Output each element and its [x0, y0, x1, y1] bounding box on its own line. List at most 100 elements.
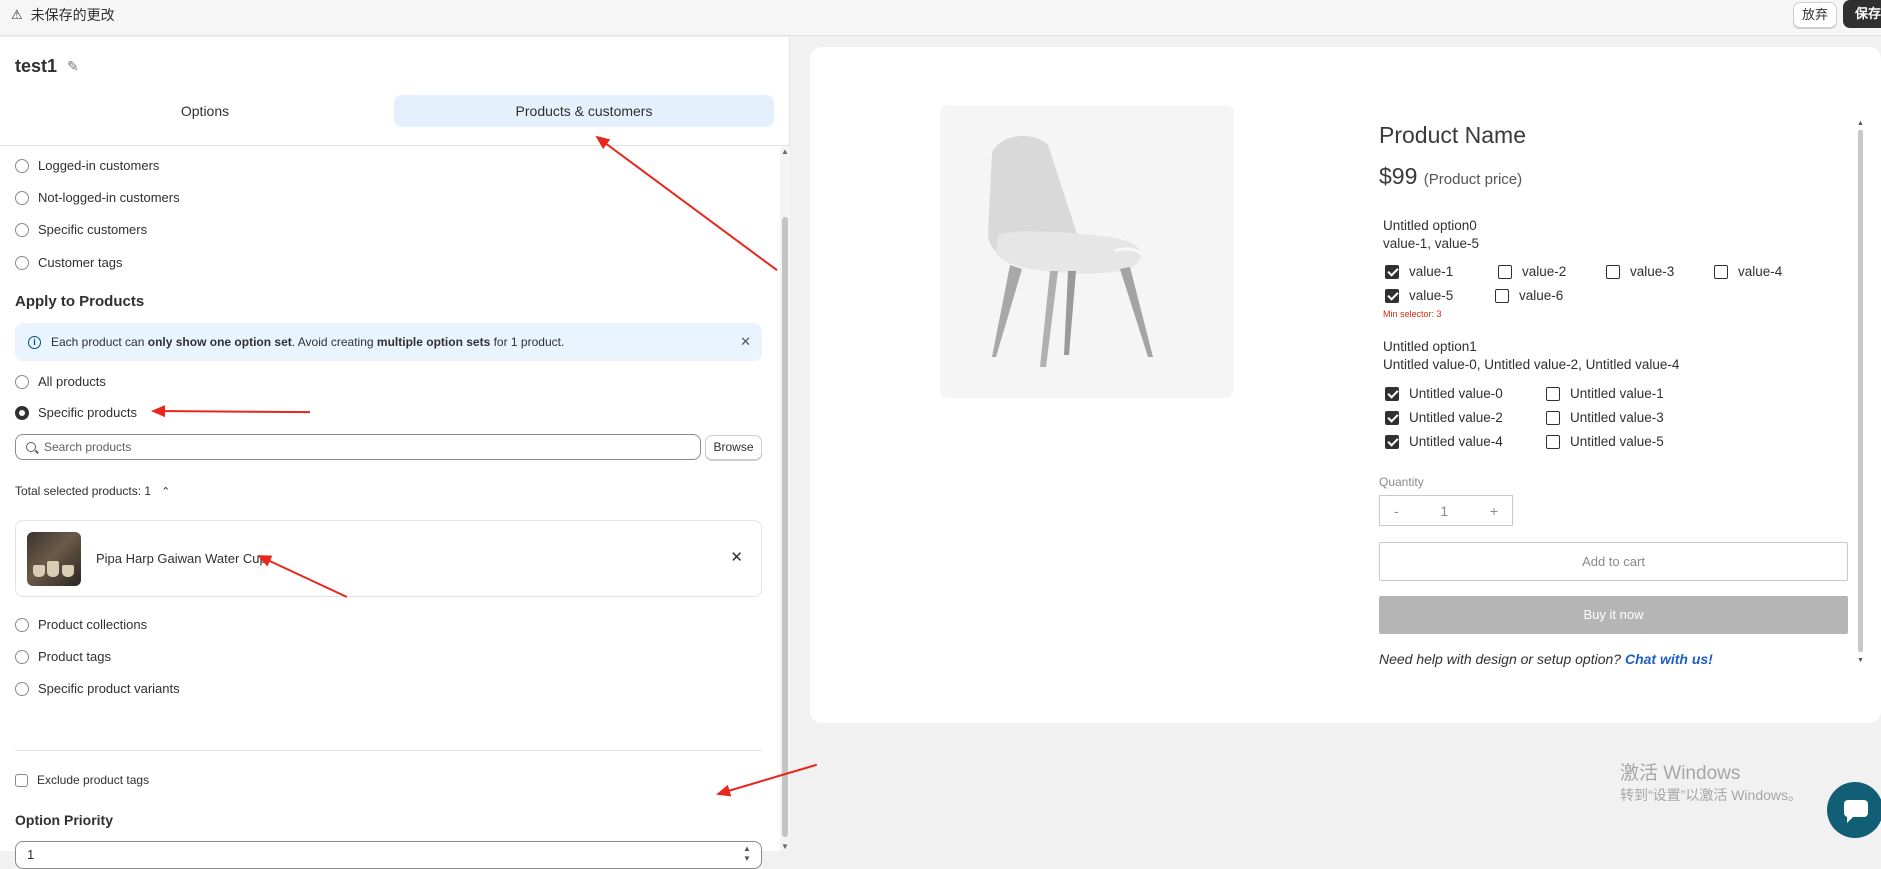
product-image	[940, 105, 1234, 398]
chat-with-us-link[interactable]: Chat with us!	[1625, 651, 1713, 667]
option1-value-5[interactable]: Untitled value-5	[1546, 434, 1664, 449]
scrollbar-thumb[interactable]	[1858, 130, 1863, 652]
edit-pencil-icon[interactable]: ✎	[67, 58, 79, 75]
radio-label: Specific customers	[38, 222, 148, 237]
checkbox-checked[interactable]	[1385, 264, 1399, 279]
save-button[interactable]: 保存	[1843, 0, 1881, 28]
priority-value: 1	[27, 847, 35, 862]
option-priority-heading: Option Priority	[15, 812, 113, 828]
quantity-label: Quantity	[1379, 475, 1424, 489]
radio-circle[interactable]	[15, 617, 29, 632]
min-selector-error: Min selector: 3	[1383, 309, 1442, 319]
option0-value-6[interactable]: value-6	[1495, 288, 1563, 303]
radio-customer-tags[interactable]: Customer tags	[15, 255, 123, 270]
search-products-input[interactable]: Search products	[15, 434, 701, 460]
checkbox-checked[interactable]	[1385, 434, 1399, 449]
number-stepper-icon[interactable]: ▲ ▼	[739, 844, 755, 866]
search-icon	[26, 442, 36, 452]
radio-specific-customers[interactable]: Specific customers	[15, 222, 147, 237]
exclude-product-tags-checkbox[interactable]: Exclude product tags	[15, 773, 149, 787]
option0-value-4[interactable]: value-4	[1714, 264, 1782, 279]
radio-circle[interactable]	[15, 255, 29, 270]
tab-options[interactable]: Options	[15, 95, 395, 127]
scroll-up-icon[interactable]: ▲	[781, 147, 789, 156]
checkbox-unchecked[interactable]	[1546, 386, 1560, 401]
option-priority-input[interactable]: 1 ▲ ▼	[15, 841, 762, 869]
radio-circle[interactable]	[15, 222, 29, 237]
discard-button[interactable]: 放弃	[1793, 2, 1837, 28]
total-selected-toggle[interactable]: Total selected products: 1 ⌃	[15, 484, 170, 498]
option0-title: Untitled option0 value-1, value-5	[1383, 218, 1480, 251]
windows-activation-watermark: 激活 Windows	[1620, 763, 1741, 784]
quantity-plus-button[interactable]: +	[1490, 503, 1498, 519]
checkbox-checked[interactable]	[1385, 288, 1399, 303]
editor-scrollbar[interactable]: ▲ ▼	[780, 147, 790, 851]
preview-scrollbar[interactable]: ▲ ▼	[1857, 120, 1865, 664]
option1-value-1[interactable]: Untitled value-1	[1546, 386, 1664, 401]
radio-circle[interactable]	[15, 190, 29, 205]
radio-logged-in-customers[interactable]: Logged-in customers	[15, 158, 159, 173]
quantity-stepper[interactable]: - 1 +	[1379, 495, 1513, 526]
option0-value-5[interactable]: value-5	[1385, 288, 1453, 303]
checkbox-checked[interactable]	[1385, 386, 1399, 401]
buy-it-now-button[interactable]: Buy it now	[1379, 596, 1848, 634]
radio-label: Specific products	[38, 405, 137, 420]
quantity-value[interactable]: 1	[1440, 503, 1448, 519]
radio-circle[interactable]	[15, 681, 29, 696]
scroll-up-icon[interactable]: ▲	[1857, 120, 1864, 127]
chair-image	[988, 135, 1153, 367]
checkbox-label: Exclude product tags	[37, 773, 150, 787]
radio-product-collections[interactable]: Product collections	[15, 617, 147, 632]
option1-value-2[interactable]: Untitled value-2	[1385, 410, 1503, 425]
option0-value-3[interactable]: value-3	[1606, 264, 1674, 279]
radio-circle[interactable]	[15, 374, 29, 389]
info-icon: i	[28, 335, 41, 349]
option1-value-0[interactable]: Untitled value-0	[1385, 386, 1503, 401]
checkbox-unchecked[interactable]	[1546, 434, 1560, 449]
product-thumbnail	[27, 532, 81, 586]
radio-not-logged-in-customers[interactable]: Not-logged-in customers	[15, 190, 180, 205]
search-placeholder: Search products	[44, 440, 132, 454]
tab-products-customers[interactable]: Products & customers	[394, 95, 774, 127]
product-preview-panel: Product Name $99 (Product price) Untitle…	[810, 47, 1881, 723]
radio-specific-product-variants[interactable]: Specific product variants	[15, 681, 180, 696]
banner-text: Each product can only show one option se…	[51, 335, 565, 349]
scrollbar-thumb[interactable]	[782, 217, 788, 837]
checkbox-unchecked[interactable]	[1498, 264, 1512, 279]
checkbox-checked[interactable]	[1385, 410, 1399, 425]
checkbox-unchecked[interactable]	[1495, 288, 1509, 303]
option1-title: Untitled option1 Untitled value-0, Untit…	[1383, 339, 1680, 372]
scroll-down-icon[interactable]: ▼	[1857, 657, 1864, 664]
unsaved-warning: ⚠ 未保存的更改	[11, 5, 115, 25]
checkbox-unchecked[interactable]	[1714, 264, 1728, 279]
scroll-down-icon[interactable]: ▼	[781, 842, 789, 851]
radio-circle[interactable]	[15, 649, 29, 664]
radio-specific-products[interactable]: Specific products	[15, 405, 137, 420]
windows-activation-hint: 转到“设置”以激活 Windows。	[1620, 787, 1803, 803]
chevron-up-icon[interactable]: ⌃	[161, 485, 170, 498]
checkbox-box[interactable]	[15, 773, 28, 787]
radio-all-products[interactable]: All products	[15, 374, 106, 389]
browse-button[interactable]: Browse	[705, 435, 762, 460]
product-name: Product Name	[1379, 122, 1527, 148]
option1-value-3[interactable]: Untitled value-3	[1546, 410, 1664, 425]
radio-circle[interactable]	[15, 158, 29, 173]
unsaved-changes-bar: ⚠ 未保存的更改 放弃 保存	[0, 0, 1881, 36]
section-divider	[15, 750, 762, 751]
checkbox-unchecked[interactable]	[1606, 264, 1620, 279]
radio-product-tags[interactable]: Product tags	[15, 649, 111, 664]
radio-label: Product collections	[38, 617, 148, 632]
option0-value-2[interactable]: value-2	[1498, 264, 1566, 279]
option0-value-1[interactable]: value-1	[1385, 264, 1453, 279]
close-icon[interactable]: ✕	[740, 334, 751, 350]
checkbox-unchecked[interactable]	[1546, 410, 1560, 425]
radio-label: Logged-in customers	[38, 158, 160, 173]
remove-product-icon[interactable]: ✕	[730, 548, 743, 566]
quantity-minus-button[interactable]: -	[1394, 503, 1399, 519]
product-price: $99 (Product price)	[1379, 163, 1523, 189]
add-to-cart-button[interactable]: Add to cart	[1379, 542, 1848, 581]
radio-circle-selected[interactable]	[15, 405, 29, 420]
chat-bubble-icon	[1844, 800, 1868, 823]
option1-value-4[interactable]: Untitled value-4	[1385, 434, 1503, 449]
chat-support-button[interactable]	[1827, 782, 1881, 838]
